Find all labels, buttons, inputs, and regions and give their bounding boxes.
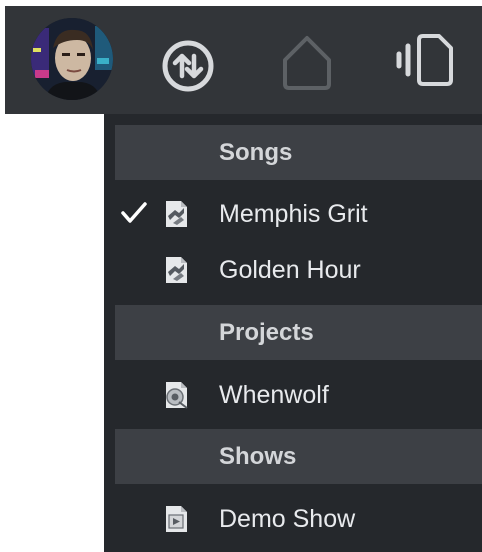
song-file-icon [166,201,187,227]
menu-item-label: Memphis Grit [219,200,368,228]
section-header-shows: Shows [115,429,482,484]
show-file-icon [166,506,187,532]
user-avatar[interactable] [31,18,113,100]
home-button[interactable] [279,32,335,92]
menu-item-label: Golden Hour [219,256,361,284]
menu-item-label: Whenwolf [219,381,329,409]
section-header-projects: Projects [115,305,482,360]
top-toolbar [5,6,482,114]
menu-item-whenwolf[interactable]: Whenwolf [104,367,482,423]
project-file-icon [166,382,188,409]
song-file-icon [166,257,187,283]
avatar-image [31,18,113,100]
menu-item-demo-show[interactable]: Demo Show [104,491,482,547]
checkmark-icon [121,202,147,223]
menu-item-memphis-grit[interactable]: Memphis Grit [104,186,482,242]
document-dropdown-menu: Songs Memphis Grit Golden Hour Projects [104,114,482,552]
home-icon [283,36,331,90]
section-label: Songs [219,139,293,166]
device-icon [396,34,453,86]
up-down-arrows-icon [162,40,214,92]
menu-item-golden-hour[interactable]: Golden Hour [104,242,482,298]
section-header-songs: Songs [115,125,482,180]
section-label: Projects [219,319,314,346]
section-label: Shows [219,443,297,470]
device-button[interactable] [393,28,457,92]
sync-button[interactable] [160,38,216,94]
menu-item-label: Demo Show [219,505,356,533]
